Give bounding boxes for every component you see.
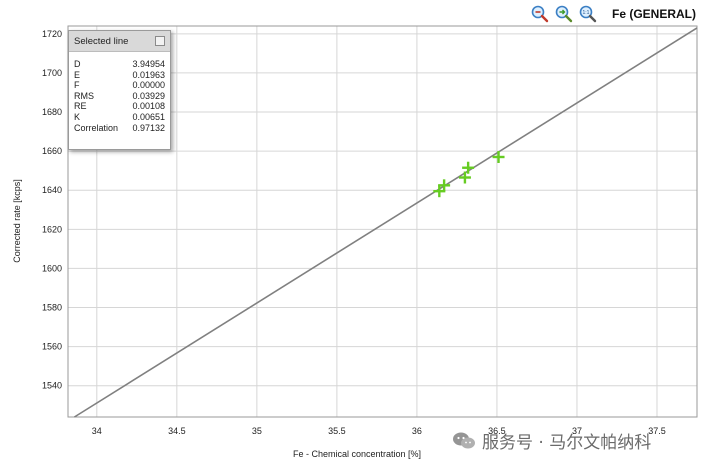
stat-row-k: K 0.00651 (74, 112, 165, 123)
stat-label: F (74, 80, 80, 91)
y-axis-ticks: 1540 1560 1580 1600 1620 1640 1660 1680 1700 1720 (42, 29, 62, 391)
stat-label: RE (74, 101, 87, 112)
x-tick-label: 35.5 (328, 426, 346, 436)
y-tick-label: 1640 (42, 185, 62, 195)
stat-label: E (74, 69, 81, 80)
y-tick-label: 1680 (42, 107, 62, 117)
y-tick-label: 1660 (42, 146, 62, 156)
panel-close-icon[interactable] (155, 36, 165, 46)
y-tick-label: 1560 (42, 342, 62, 352)
x-tick-label: 35 (252, 426, 262, 436)
stat-row-re: RE 0.00108 (74, 101, 165, 112)
y-axis-label: Corrected rate [kcps] (12, 179, 22, 263)
y-tick-label: 1540 (42, 381, 62, 391)
data-point-marker[interactable] (492, 150, 505, 163)
stat-row-correlation: Correlation 0.97132 (74, 123, 165, 134)
stat-row-rms: RMS 0.03929 (74, 91, 165, 102)
y-tick-label: 1600 (42, 263, 62, 273)
x-tick-label: 34.5 (168, 426, 186, 436)
stat-value: 0.03929 (132, 90, 165, 101)
stat-value: 0.01963 (132, 69, 165, 80)
stat-label: K (74, 111, 81, 122)
stat-row-d: D 3.94954 (74, 59, 165, 70)
watermark-text: 服务号 · 马尔文帕纳科 (482, 433, 652, 453)
y-tick-label: 1700 (42, 68, 62, 78)
stat-value: 0.97132 (132, 122, 165, 133)
y-tick-label: 1580 (42, 303, 62, 313)
y-tick-label: 1620 (42, 224, 62, 234)
y-tick-label: 1720 (42, 29, 62, 39)
stat-value: 0.00108 (132, 101, 165, 112)
stat-value: 0.00651 (132, 111, 165, 122)
stats-list: D 3.94954 E 0.01963 F 0.00000 RMS 0.0392… (69, 52, 170, 133)
x-tick-label: 36 (412, 426, 422, 436)
stat-row-e: E 0.01963 (74, 70, 165, 81)
watermark: 服务号 · 马尔文帕纳科 (452, 428, 651, 453)
stat-row-f: F 0.00000 (74, 80, 165, 91)
stat-value: 3.94954 (132, 59, 165, 69)
selected-line-panel: Selected line D 3.94954 E 0.01963 F 0.00… (68, 30, 171, 150)
panel-header: Selected line (69, 31, 170, 52)
stat-label: Correlation (74, 122, 119, 133)
panel-title: Selected line (74, 35, 129, 47)
wechat-icon (453, 432, 475, 448)
stat-label: RMS (74, 90, 94, 101)
stat-label: D (74, 59, 81, 69)
stat-value: 0.00000 (132, 80, 165, 91)
x-tick-label: 34 (92, 426, 102, 436)
x-axis-label: Fe - Chemical concentration [%] (293, 449, 421, 459)
